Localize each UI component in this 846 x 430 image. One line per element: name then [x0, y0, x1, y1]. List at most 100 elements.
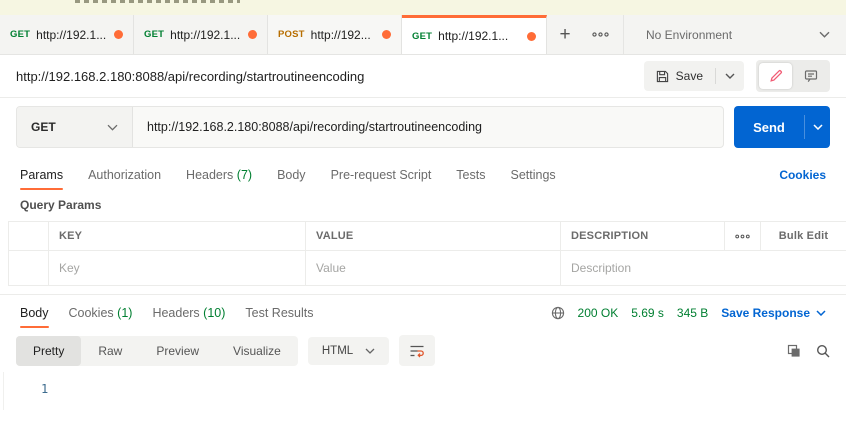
response-time: 5.69 s	[631, 306, 664, 320]
response-body-actions	[787, 344, 830, 358]
gutter-divider	[3, 372, 4, 410]
request-tab-bar: GET http://192.1... GET http://192.1... …	[0, 15, 846, 55]
chevron-down-icon	[365, 348, 375, 354]
view-mode-segmented-control: Pretty Raw Preview Visualize	[16, 336, 298, 366]
postman-app: GET http://192.1... GET http://192.1... …	[0, 0, 846, 430]
description-input[interactable]	[571, 261, 836, 275]
query-params-title: Query Params	[0, 193, 846, 221]
format-select[interactable]: HTML	[308, 337, 389, 365]
three-dots-icon	[735, 234, 750, 239]
value-column-header: VALUE	[306, 222, 561, 251]
key-column-header: KEY	[49, 222, 306, 251]
response-tabs-row: Body Cookies (1) Headers (10) Test Resul…	[0, 294, 846, 331]
row-select-cell[interactable]	[9, 251, 49, 286]
key-input[interactable]	[59, 261, 295, 275]
response-view-toolbar: Pretty Raw Preview Visualize HTML	[0, 331, 846, 372]
unsaved-dot-icon	[114, 30, 123, 39]
tab-headers[interactable]: Headers (7)	[186, 159, 252, 191]
search-icon[interactable]	[816, 344, 830, 358]
url-box: GET	[16, 106, 724, 148]
chevron-down-icon	[107, 124, 118, 131]
comments-button[interactable]	[794, 63, 827, 89]
method-badge: GET	[10, 29, 30, 40]
request-tab-3[interactable]: POST http://192...	[268, 15, 402, 54]
response-meta: 200 OK 5.69 s 345 B Save Response	[551, 306, 826, 320]
new-tab-button[interactable]: +	[547, 15, 583, 54]
table-header-row: KEY VALUE DESCRIPTION Bulk Edit	[9, 222, 846, 251]
url-input[interactable]	[133, 107, 723, 147]
globe-icon[interactable]	[551, 306, 565, 320]
request-tab-4-active[interactable]: GET http://192.1...	[402, 15, 547, 54]
method-select[interactable]: GET	[17, 107, 133, 147]
line-number: 1	[41, 382, 48, 396]
response-body-editor[interactable]: 1	[0, 372, 846, 430]
send-button[interactable]: Send	[734, 106, 830, 148]
wrap-text-button[interactable]	[399, 335, 435, 366]
method-badge: GET	[144, 29, 164, 40]
send-options-chevron-icon[interactable]	[805, 124, 830, 130]
method-badge: GET	[412, 31, 432, 42]
method-badge: POST	[278, 29, 305, 40]
tab-tests[interactable]: Tests	[456, 159, 485, 191]
send-button-label: Send	[734, 120, 804, 135]
unsaved-dot-icon	[248, 30, 257, 39]
save-button-label: Save	[676, 69, 703, 83]
cookies-count: (1)	[117, 306, 132, 320]
floppy-disk-icon	[656, 70, 669, 83]
view-mode-preview[interactable]: Preview	[139, 336, 216, 366]
copy-icon[interactable]	[787, 344, 801, 358]
request-title: http://192.168.2.180:8088/api/recording/…	[16, 69, 364, 84]
tab-title: http://192.1...	[36, 28, 106, 42]
tab-params[interactable]: Params	[20, 159, 63, 191]
format-selected-label: HTML	[322, 345, 353, 357]
description-column-header: DESCRIPTION	[561, 222, 725, 251]
request-title-row: http://192.168.2.180:8088/api/recording/…	[0, 55, 846, 98]
request-tab-1[interactable]: GET http://192.1...	[0, 15, 134, 54]
response-tab-cookies[interactable]: Cookies (1)	[69, 297, 133, 329]
tab-body[interactable]: Body	[277, 159, 306, 191]
response-tab-test-results[interactable]: Test Results	[245, 297, 313, 329]
save-button-main: Save	[644, 69, 715, 83]
method-selected-label: GET	[31, 120, 56, 134]
cropped-window-artifact	[75, 0, 240, 3]
save-response-button[interactable]: Save Response	[721, 306, 826, 320]
view-mode-visualize[interactable]: Visualize	[216, 336, 298, 366]
title-actions: Save	[644, 60, 830, 92]
value-cell	[306, 251, 561, 286]
edit-comment-group	[756, 60, 830, 92]
save-options-chevron-icon[interactable]	[716, 73, 744, 79]
response-tab-headers[interactable]: Headers (10)	[152, 297, 225, 329]
response-headers-count: (10)	[203, 306, 225, 320]
response-tab-body[interactable]: Body	[20, 297, 49, 329]
params-more-options[interactable]	[725, 222, 761, 251]
tab-settings[interactable]: Settings	[510, 159, 555, 191]
bulk-edit-button[interactable]: Bulk Edit	[761, 222, 846, 251]
environment-selector[interactable]: No Environment	[623, 15, 846, 54]
desktop-background-strip	[0, 0, 846, 15]
view-mode-pretty[interactable]: Pretty	[16, 336, 81, 366]
description-cell	[561, 251, 846, 286]
edit-request-button[interactable]	[759, 63, 792, 89]
pencil-icon	[769, 69, 783, 83]
view-mode-raw[interactable]: Raw	[81, 336, 139, 366]
row-select-column-header	[9, 222, 49, 251]
tab-title: http://192...	[311, 28, 371, 42]
request-tab-2[interactable]: GET http://192.1...	[134, 15, 268, 54]
param-row	[9, 251, 846, 286]
tab-title: http://192.1...	[170, 28, 240, 42]
tab-authorization[interactable]: Authorization	[88, 159, 161, 191]
chevron-down-icon	[819, 31, 830, 38]
comment-icon	[804, 69, 818, 83]
status-badge: 200 OK	[578, 306, 619, 320]
tab-pre-request-script[interactable]: Pre-request Script	[331, 159, 432, 191]
save-button[interactable]: Save	[644, 61, 744, 91]
tab-title: http://192.1...	[438, 29, 508, 43]
environment-selected-label: No Environment	[646, 28, 732, 42]
tab-options-icon[interactable]	[583, 15, 617, 54]
cookies-link[interactable]: Cookies	[779, 168, 826, 182]
save-response-label: Save Response	[721, 306, 810, 320]
value-input[interactable]	[316, 261, 550, 275]
key-cell	[49, 251, 306, 286]
query-params-table: KEY VALUE DESCRIPTION Bulk Edit	[8, 221, 846, 286]
request-config-tabs: Params Authorization Headers (7) Body Pr…	[0, 157, 846, 193]
